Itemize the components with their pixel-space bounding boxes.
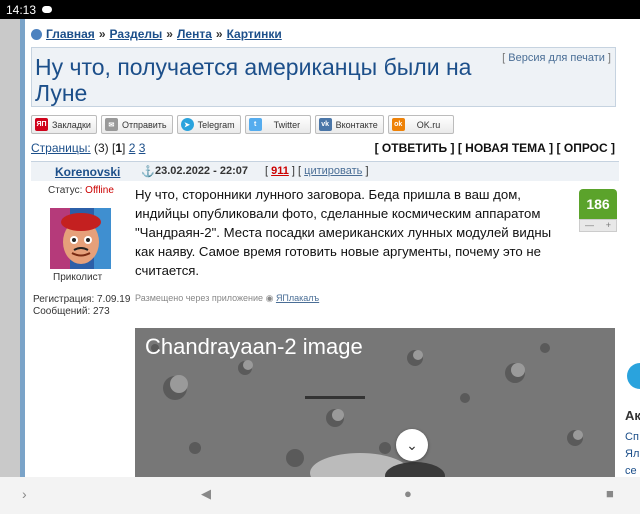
author-rank: Приколист <box>53 272 103 283</box>
telegram-icon: ➤ <box>180 118 194 131</box>
post-image[interactable]: Chandrayaan-2 image <box>135 328 615 477</box>
rating-buttons: — + <box>579 219 617 232</box>
vk-icon: vk <box>318 118 332 131</box>
home-icon[interactable] <box>31 28 42 40</box>
ok-icon: ok <box>391 118 405 131</box>
page-title: Ну что, получается американцы были на Лу… <box>35 54 472 106</box>
breadcrumb-separator: » <box>98 27 106 41</box>
author-stats: Регистрация: 7.09.19 Сообщений: 273 <box>33 294 130 318</box>
android-nav-bar: › ◀ ● ■ <box>0 477 640 514</box>
status-bar: 14:13 <box>0 0 640 19</box>
right-sidebar: Ак Сп Ял се <box>620 19 640 477</box>
breadcrumb: Главная » Разделы » Лента » Картинки <box>31 27 282 41</box>
new-topic-button[interactable]: [ НОВАЯ ТЕМА ] <box>458 141 553 155</box>
back-button[interactable]: ◀ <box>201 486 211 502</box>
app-icon: ◉ <box>265 293 274 303</box>
yandex-icon: ЯП <box>35 118 48 131</box>
share-label: Отправить <box>121 119 167 130</box>
post-date: 23.02.2022 - 22:07 <box>155 165 248 177</box>
anchor-icon[interactable]: ⚓ <box>141 165 155 178</box>
breadcrumb-separator: » <box>215 27 223 41</box>
share-email-button[interactable]: ✉ Отправить <box>100 115 173 134</box>
telegram-icon[interactable] <box>627 363 640 389</box>
image-caption: Chandrayaan-2 image <box>145 334 363 359</box>
registration-date: Регистрация: 7.09.19 <box>33 294 131 305</box>
breadcrumb-feed[interactable]: Лента <box>177 27 212 41</box>
posted-via-text: Размещено через приложение <box>135 293 264 303</box>
message-count: Сообщений: 273 <box>33 306 110 317</box>
post-number-link[interactable]: 911 <box>271 165 289 177</box>
pagination-page-2[interactable]: 2 <box>129 141 136 155</box>
avatar-image <box>50 208 111 269</box>
status-value: Offline <box>85 185 114 196</box>
status-label: Статус: <box>48 185 83 196</box>
breadcrumb-separator: » <box>166 27 173 41</box>
post-number: [ 911 ] [ цитировать ] <box>265 165 369 177</box>
share-label: Закладки <box>52 119 91 130</box>
share-twitter-button[interactable]: t Twitter <box>244 115 311 134</box>
cloud-icon <box>42 6 53 13</box>
pagination-current-page: 1 <box>115 141 123 155</box>
topic-header: Ну что, получается американцы были на Лу… <box>31 47 616 107</box>
author-name[interactable]: Korenovski <box>55 165 120 179</box>
post-header: Korenovski ⚓ 23.02.2022 - 22:07 [ 911 ] … <box>31 161 619 181</box>
share-label: Telegram <box>197 119 235 130</box>
pagination-count: (3) <box>94 141 109 155</box>
author-status: Статус: Offline <box>48 185 114 196</box>
share-label: OK.ru <box>416 119 441 130</box>
share-telegram-button[interactable]: ➤ Telegram <box>176 115 241 134</box>
cite-link[interactable]: цитировать <box>304 165 362 177</box>
app-link[interactable]: ЯПлакалъ <box>276 293 319 303</box>
scroll-down-button[interactable]: ⌄ <box>396 429 428 461</box>
twitter-icon: t <box>248 118 262 131</box>
rating-minus-button[interactable]: — <box>585 220 594 231</box>
pagination-label[interactable]: Страницы: <box>31 141 91 155</box>
home-button[interactable]: ● <box>404 486 412 501</box>
share-ok-button[interactable]: ok OK.ru <box>387 115 454 134</box>
recents-button[interactable]: ■ <box>606 486 614 501</box>
topic-actions: [ ОТВЕТИТЬ ] [ НОВАЯ ТЕМА ] [ ОПРОС ] <box>375 141 615 155</box>
breadcrumb-home[interactable]: Главная <box>46 27 95 41</box>
forum-page: Главная » Разделы » Лента » Картинки Ну … <box>20 19 620 477</box>
poll-button[interactable]: [ ОПРОС ] <box>557 141 615 155</box>
posted-via: Размещено через приложение ◉ ЯПлакалъ <box>135 293 319 304</box>
share-label: Вконтакте <box>335 119 378 130</box>
reply-button[interactable]: [ ОТВЕТИТЬ ] <box>375 141 455 155</box>
print-version-link[interactable]: Версия для печати <box>508 52 605 64</box>
sidebar-heading: Ак <box>625 408 640 423</box>
chevron-down-icon: ⌄ <box>406 436 418 453</box>
share-label: Twitter <box>273 119 301 130</box>
breadcrumb-pictures[interactable]: Картинки <box>227 27 282 41</box>
print-version: [ Версия для печати ] <box>502 52 611 64</box>
rating-value: 186 <box>579 189 617 219</box>
rating-plus-button[interactable]: + <box>606 220 611 231</box>
pagination: Страницы: (3) [1] 2 3 <box>31 141 146 155</box>
avatar[interactable] <box>50 208 111 269</box>
post-body: Ну что, сторонники лунного заговора. Бед… <box>135 187 552 278</box>
status-time: 14:13 <box>6 2 37 17</box>
sidebar-link[interactable]: се <box>625 465 637 477</box>
share-bookmarks-button[interactable]: ЯП Закладки <box>31 115 97 134</box>
pagination-row: Страницы: (3) [1] 2 3 [ ОТВЕТИТЬ ] [ НОВ… <box>31 141 619 159</box>
pagination-page-3[interactable]: 3 <box>139 141 146 155</box>
chevron-right-icon[interactable]: › <box>22 486 27 502</box>
browser-viewport[interactable]: Главная » Разделы » Лента » Картинки Ну … <box>0 19 640 477</box>
share-bar: ЯП Закладки ✉ Отправить ➤ Telegram t Twi… <box>31 115 454 134</box>
breadcrumb-sections[interactable]: Разделы <box>110 27 163 41</box>
post-rating: 186 — + <box>579 189 617 232</box>
sidebar-link[interactable]: Ял <box>625 448 639 460</box>
sidebar-link[interactable]: Сп <box>625 431 639 443</box>
mail-icon: ✉ <box>104 118 118 131</box>
share-vk-button[interactable]: vk Вконтакте <box>314 115 384 134</box>
